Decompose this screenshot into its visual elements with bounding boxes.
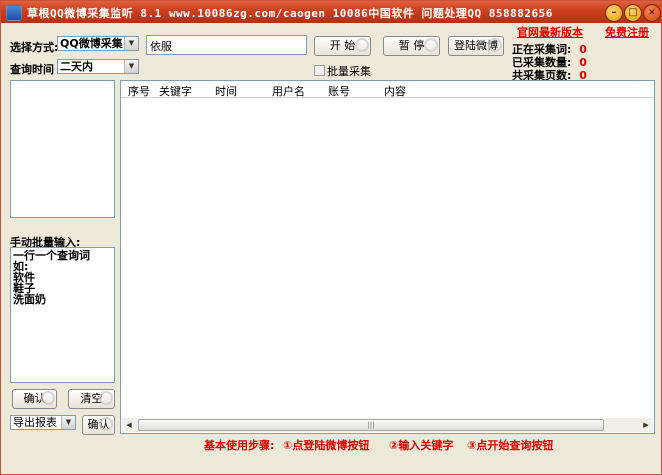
results-table[interactable]: 序号 关键字 时间 用户名 账号 内容 ◀ ||| ▶ [120,80,655,434]
column-header[interactable]: 账号 [328,83,350,99]
keyword-input[interactable]: 依服 [146,35,307,55]
login-weibo-button[interactable]: 登陆微博 [448,36,504,56]
column-header[interactable]: 关键字 [159,83,192,99]
close-button[interactable]: × [643,4,661,22]
table-header: 序号 关键字 时间 用户名 账号 内容 [121,81,654,98]
select-mode-label: 选择方式: [10,41,59,54]
manual-input-textarea[interactable]: 一行一个查询词 如: 软件 鞋子 洗面奶 [10,247,115,383]
start-button-label: 开 始 [329,39,356,52]
select-mode-value: QQ微博采集 [60,37,123,50]
spinner-decoration-icon [99,417,113,431]
spinner-decoration-icon [488,38,502,52]
batch-collect-label: 批量采集 [327,65,371,78]
window-title: 草根QQ微博采集监听 8.1 www.10086zg.com/caogen 10… [27,7,553,20]
spinner-decoration-icon [41,391,55,405]
step-one: ①点登陆微博按钮 [283,439,370,452]
minimize-icon: – [611,7,617,18]
export-dropdown-value: 导出报表 [13,416,57,429]
spinner-decoration-icon [355,38,369,52]
manual-confirm-button[interactable]: 确认 [12,389,57,409]
keyword-list[interactable] [10,80,115,218]
scroll-thumb[interactable]: ||| [138,419,604,431]
scroll-right-icon[interactable]: ▶ [639,418,653,432]
export-dropdown[interactable]: 导出报表 ▼ [10,415,76,430]
query-time-dropdown[interactable]: 二天内 ▼ [57,59,139,74]
maximize-button[interactable]: □ [624,4,642,22]
close-icon: × [647,7,657,18]
column-header[interactable]: 序号 [128,83,150,99]
spinner-decoration-icon [99,391,113,405]
select-mode-dropdown[interactable]: QQ微博采集 ▼ [57,36,139,51]
batch-collect-checkbox[interactable] [314,65,325,76]
minimize-button[interactable]: – [605,4,623,22]
step-two: ②输入关键字 [389,439,454,452]
start-button[interactable]: 开 始 [314,36,371,56]
chevron-down-icon: ▼ [61,416,75,429]
maximize-icon: □ [628,7,638,18]
column-header[interactable]: 内容 [384,83,406,99]
query-time-label: 查询时间 [10,63,54,76]
export-confirm-button[interactable]: 确认 [82,415,115,435]
official-update-link[interactable]: 官网最新版本 [517,24,583,40]
pause-button[interactable]: 暂 停 [383,36,440,56]
steps-title: 基本使用步骤: [204,439,275,452]
chevron-down-icon: ▼ [124,60,138,73]
step-three: ③点开始查询按钮 [467,439,554,452]
chevron-down-icon: ▼ [124,37,138,50]
spinner-decoration-icon [424,38,438,52]
app-icon [6,5,22,21]
title-bar[interactable]: 草根QQ微博采集监听 8.1 www.10086zg.com/caogen 10… [1,1,661,23]
horizontal-scrollbar[interactable]: ◀ ||| ▶ [122,418,653,432]
main-window: 草根QQ微博采集监听 8.1 www.10086zg.com/caogen 10… [0,0,662,475]
pause-button-label: 暂 停 [398,39,425,52]
column-header[interactable]: 时间 [215,83,237,99]
clear-button[interactable]: 清空 [68,389,115,409]
column-header[interactable]: 用户名 [272,83,305,99]
free-register-link[interactable]: 免费注册 [605,24,649,40]
scroll-left-icon[interactable]: ◀ [122,418,136,432]
query-time-value: 二天内 [60,60,93,73]
